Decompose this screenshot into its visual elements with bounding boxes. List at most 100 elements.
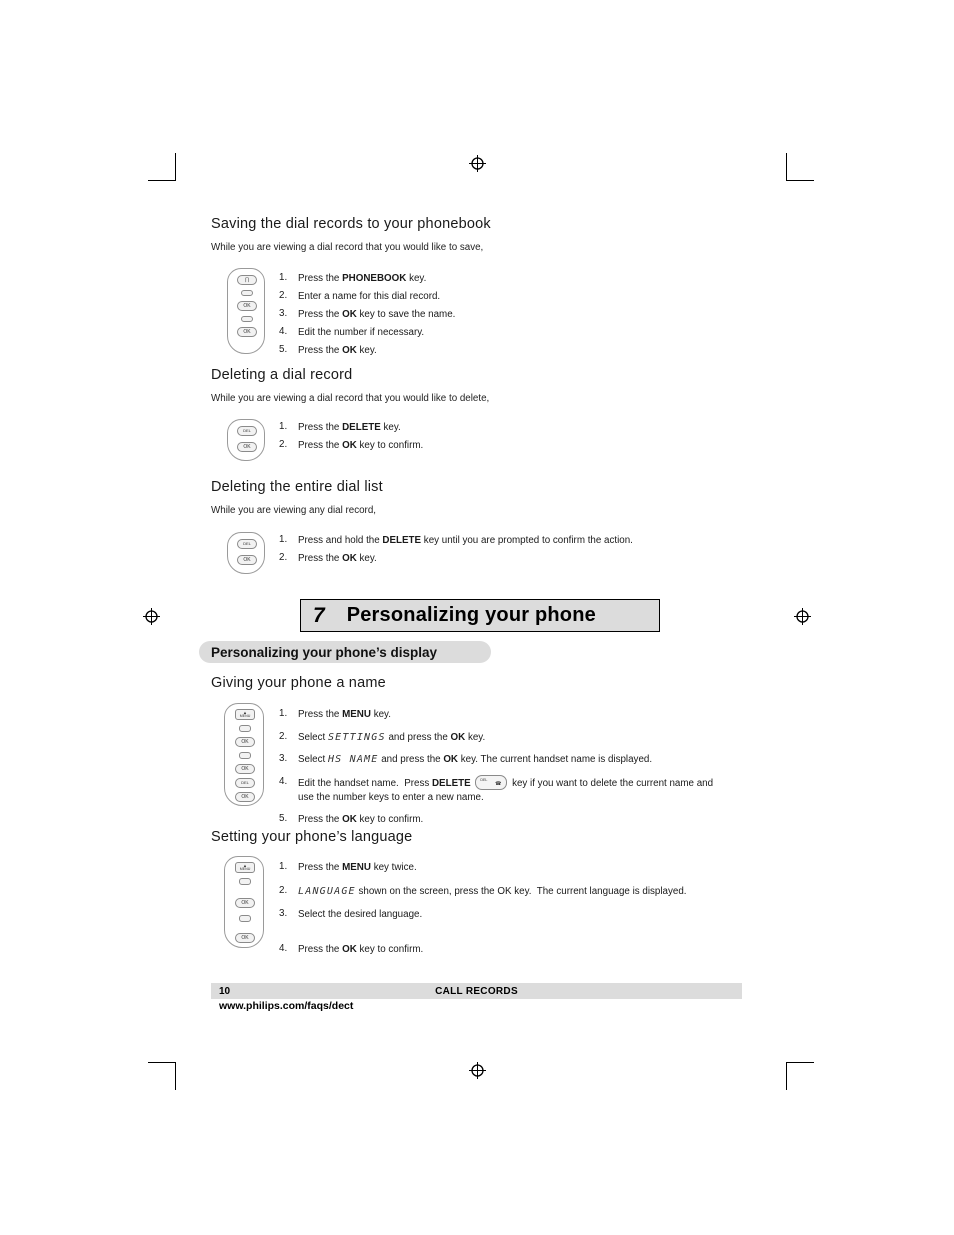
- footer-bar: 10 CALL RECORDS: [211, 983, 742, 999]
- ok-key-1: OK: [235, 898, 255, 908]
- step-row: 1. Press the MENU key.: [279, 708, 719, 722]
- ok-key-upper: OK: [237, 301, 257, 311]
- step-number: 4.: [279, 326, 288, 337]
- menu-key: ▲ MENU: [235, 862, 255, 873]
- ok-key-2: OK: [235, 933, 255, 943]
- steps-saving-dial-records: 1. Press the PHONEBOOK key. 2. Enter a nam…: [279, 272, 699, 362]
- step-text: Press the MENU key twice.: [298, 862, 417, 873]
- step-number: 2.: [279, 290, 288, 301]
- crop-mark-top-left-h: [148, 180, 176, 181]
- step-number: 4.: [279, 775, 288, 787]
- step-number: 2.: [279, 730, 288, 742]
- step-row: 2. Select SETTINGS and press the OK key.: [279, 731, 719, 745]
- step-text: Edit the number if necessary.: [298, 327, 425, 338]
- step-row: 2. Enter a name for this dial record.: [279, 290, 699, 304]
- step-text: Press the OK key to save the name.: [298, 309, 456, 320]
- step-text: Press the DELETE key.: [298, 422, 401, 433]
- step-text: Press and hold the DELETE key until you …: [298, 535, 633, 546]
- step-text: Press the OK key.: [298, 345, 377, 356]
- crop-mark-bottom-right-v: [786, 1062, 787, 1090]
- ok-key-3: OK: [235, 792, 255, 802]
- step-row: 5. Press the OK key.: [279, 344, 699, 358]
- heading-saving-dial-records: Saving the dial records to your phoneboo…: [211, 216, 491, 232]
- crop-mark-bottom-left-h: [148, 1062, 176, 1063]
- step-text: Press the MENU key.: [298, 709, 391, 720]
- chapter-title: Personalizing your phone: [346, 604, 596, 626]
- step-text: Press the OK key to confirm.: [298, 943, 424, 955]
- navigation-key-1: [241, 290, 253, 296]
- crop-mark-top-left-v: [175, 153, 176, 181]
- intro-deleting-entire-dial-list: While you are viewing any dial record,: [211, 505, 376, 516]
- step-number: 1.: [279, 534, 288, 545]
- step-number: 5.: [279, 344, 288, 355]
- subsection-banner: Personalizing your phone’s display: [199, 641, 491, 663]
- step-number: 3.: [279, 308, 288, 319]
- crop-mark-top-right-h: [786, 180, 814, 181]
- step-text: Select SETTINGS and press the OK key.: [298, 731, 486, 743]
- navigation-key-2: [239, 915, 251, 922]
- step-number: 5.: [279, 813, 288, 824]
- step-number: 3.: [279, 908, 288, 919]
- footer-section-label: CALL RECORDS: [435, 985, 518, 997]
- heading-giving-phone-name: Giving your phone a name: [211, 675, 386, 691]
- crop-mark-bottom-right-h: [786, 1062, 814, 1063]
- step-number: 2.: [279, 552, 288, 563]
- footer-website: www.philips.com/faqs/dect: [219, 1000, 354, 1012]
- step-row: 1. Press and hold the DELETE key until yo…: [279, 534, 709, 548]
- step-row: 2. LANGUAGE shown on the screen, press th…: [279, 885, 719, 899]
- step-row: 4. Edit the number if necessary.: [279, 326, 699, 340]
- step-row: 4. Edit the handset name. Press DELETE DE…: [279, 774, 719, 805]
- ok-key: OK: [237, 555, 257, 565]
- subsection-banner-label: Personalizing your phone’s display: [211, 644, 438, 660]
- step-row: 2. Press the OK key.: [279, 552, 709, 566]
- registration-mark-right: [794, 608, 811, 625]
- registration-mark-left: [143, 608, 160, 625]
- step-number: 2.: [279, 884, 288, 896]
- navigation-key-2: [241, 316, 253, 322]
- step-text: Press the OK key to confirm.: [298, 440, 424, 451]
- steps-setting-language: 1. Press the MENU key twice. 2. LANGUAGE s…: [279, 861, 719, 961]
- delete-key: DEL: [237, 426, 257, 436]
- lcd-text-settings: SETTINGS: [327, 731, 386, 743]
- inline-delete-key-icon: DEL ☎: [475, 774, 508, 790]
- registration-mark-bottom: [469, 1062, 486, 1079]
- step-number: 4.: [279, 942, 288, 954]
- ok-key-lower: OK: [237, 327, 257, 337]
- steps-deleting-entire-dial-list: 1. Press and hold the DELETE key until yo…: [279, 534, 709, 570]
- navigation-key-1: [239, 725, 251, 732]
- ok-key-1: OK: [235, 737, 255, 747]
- steps-deleting-dial-record: 1. Press the DELETE key. 2. Press the OK k…: [279, 421, 699, 457]
- step-text: Press the OK key.: [298, 553, 377, 564]
- step-text: Press the PHONEBOOK key.: [298, 273, 427, 284]
- heading-deleting-dial-record: Deleting a dial record: [211, 367, 353, 383]
- step-number: 1.: [279, 272, 288, 283]
- step-text: Press the OK key to confirm.: [298, 814, 424, 825]
- intro-deleting-dial-record: While you are viewing a dial record that…: [211, 393, 490, 404]
- step-row: 3. Press the OK key to save the name.: [279, 308, 699, 322]
- step-number: 2.: [279, 439, 288, 450]
- handset-illustration-name: ▲ MENU OK OK DEL OK: [224, 703, 264, 806]
- ok-key-2: OK: [235, 764, 255, 774]
- handset-illustration-delete-list: DEL OK: [227, 532, 265, 574]
- heading-setting-language: Setting your phone’s language: [211, 829, 413, 845]
- chapter-number: 7: [313, 603, 325, 627]
- step-text: Select HS NAME and press the OK key. The…: [298, 754, 653, 765]
- step-row: 2. Press the OK key to confirm.: [279, 439, 699, 453]
- navigation-key-1: [239, 878, 251, 885]
- lcd-text-language: LANGUAGE: [298, 885, 356, 897]
- delete-key: DEL: [235, 778, 255, 788]
- lcd-text-hs-name: HS NAME: [327, 754, 379, 765]
- menu-key: ▲ MENU: [235, 709, 255, 720]
- intro-saving-dial-records: While you are viewing a dial record that…: [211, 242, 484, 253]
- steps-giving-phone-name: 1. Press the MENU key. 2. Select SETTINGS …: [279, 708, 719, 831]
- step-number: 3.: [279, 753, 288, 764]
- ok-key: OK: [237, 442, 257, 452]
- registration-mark-top: [469, 155, 486, 172]
- handset-illustration-phonebook: ∏ OK OK: [227, 268, 265, 354]
- step-row: 3. Select HS NAME and press the OK key. T…: [279, 753, 719, 767]
- delete-key: DEL: [237, 539, 257, 549]
- step-number: 1.: [279, 421, 288, 432]
- step-row: 1. Press the DELETE key.: [279, 421, 699, 435]
- step-row: 3. Select the desired language.: [279, 908, 719, 922]
- step-text: Edit the handset name. Press DELETE DEL ☎…: [298, 774, 719, 805]
